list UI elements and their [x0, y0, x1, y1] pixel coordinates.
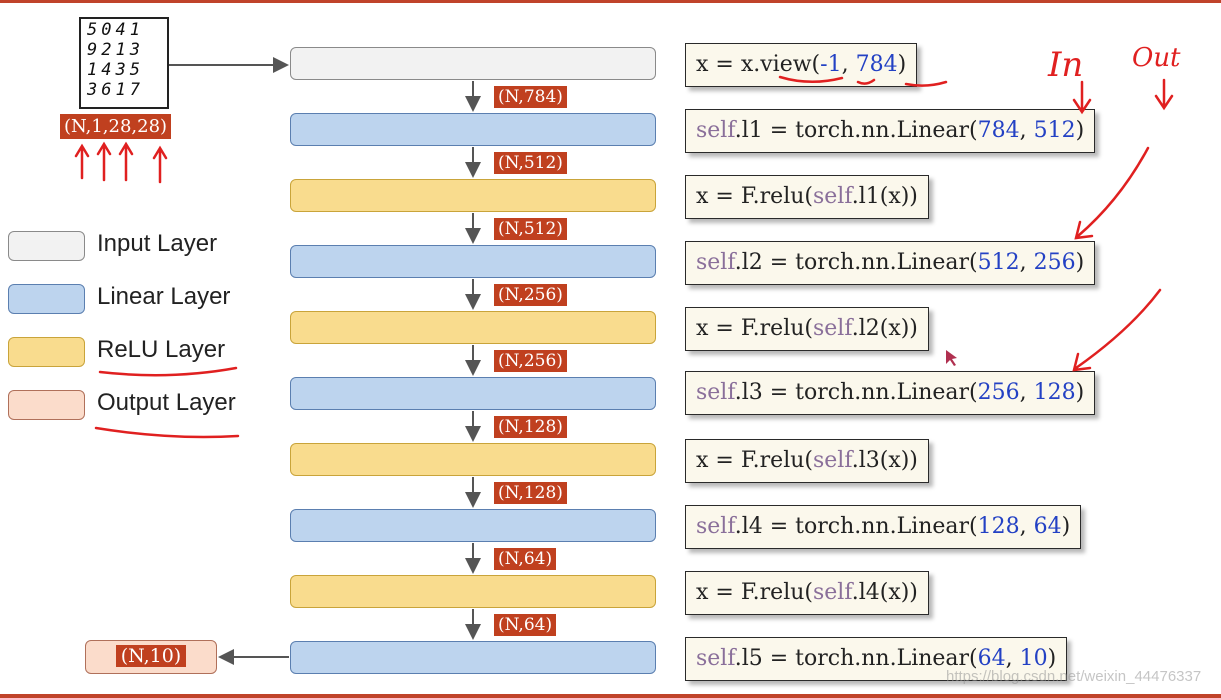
handwritten-annotations: [74, 75, 1174, 439]
annotation-in: In: [1047, 45, 1083, 85]
annotation-labels: In Out: [1047, 43, 1181, 85]
bottom-frame-line: [0, 694, 1221, 698]
annotation-out: Out: [1132, 43, 1181, 73]
mouse-cursor-icon: [946, 350, 957, 366]
watermark: https://blog.csdn.net/weixin_44476337: [946, 668, 1202, 685]
diagram-overlay: In Out: [74, 43, 1181, 665]
